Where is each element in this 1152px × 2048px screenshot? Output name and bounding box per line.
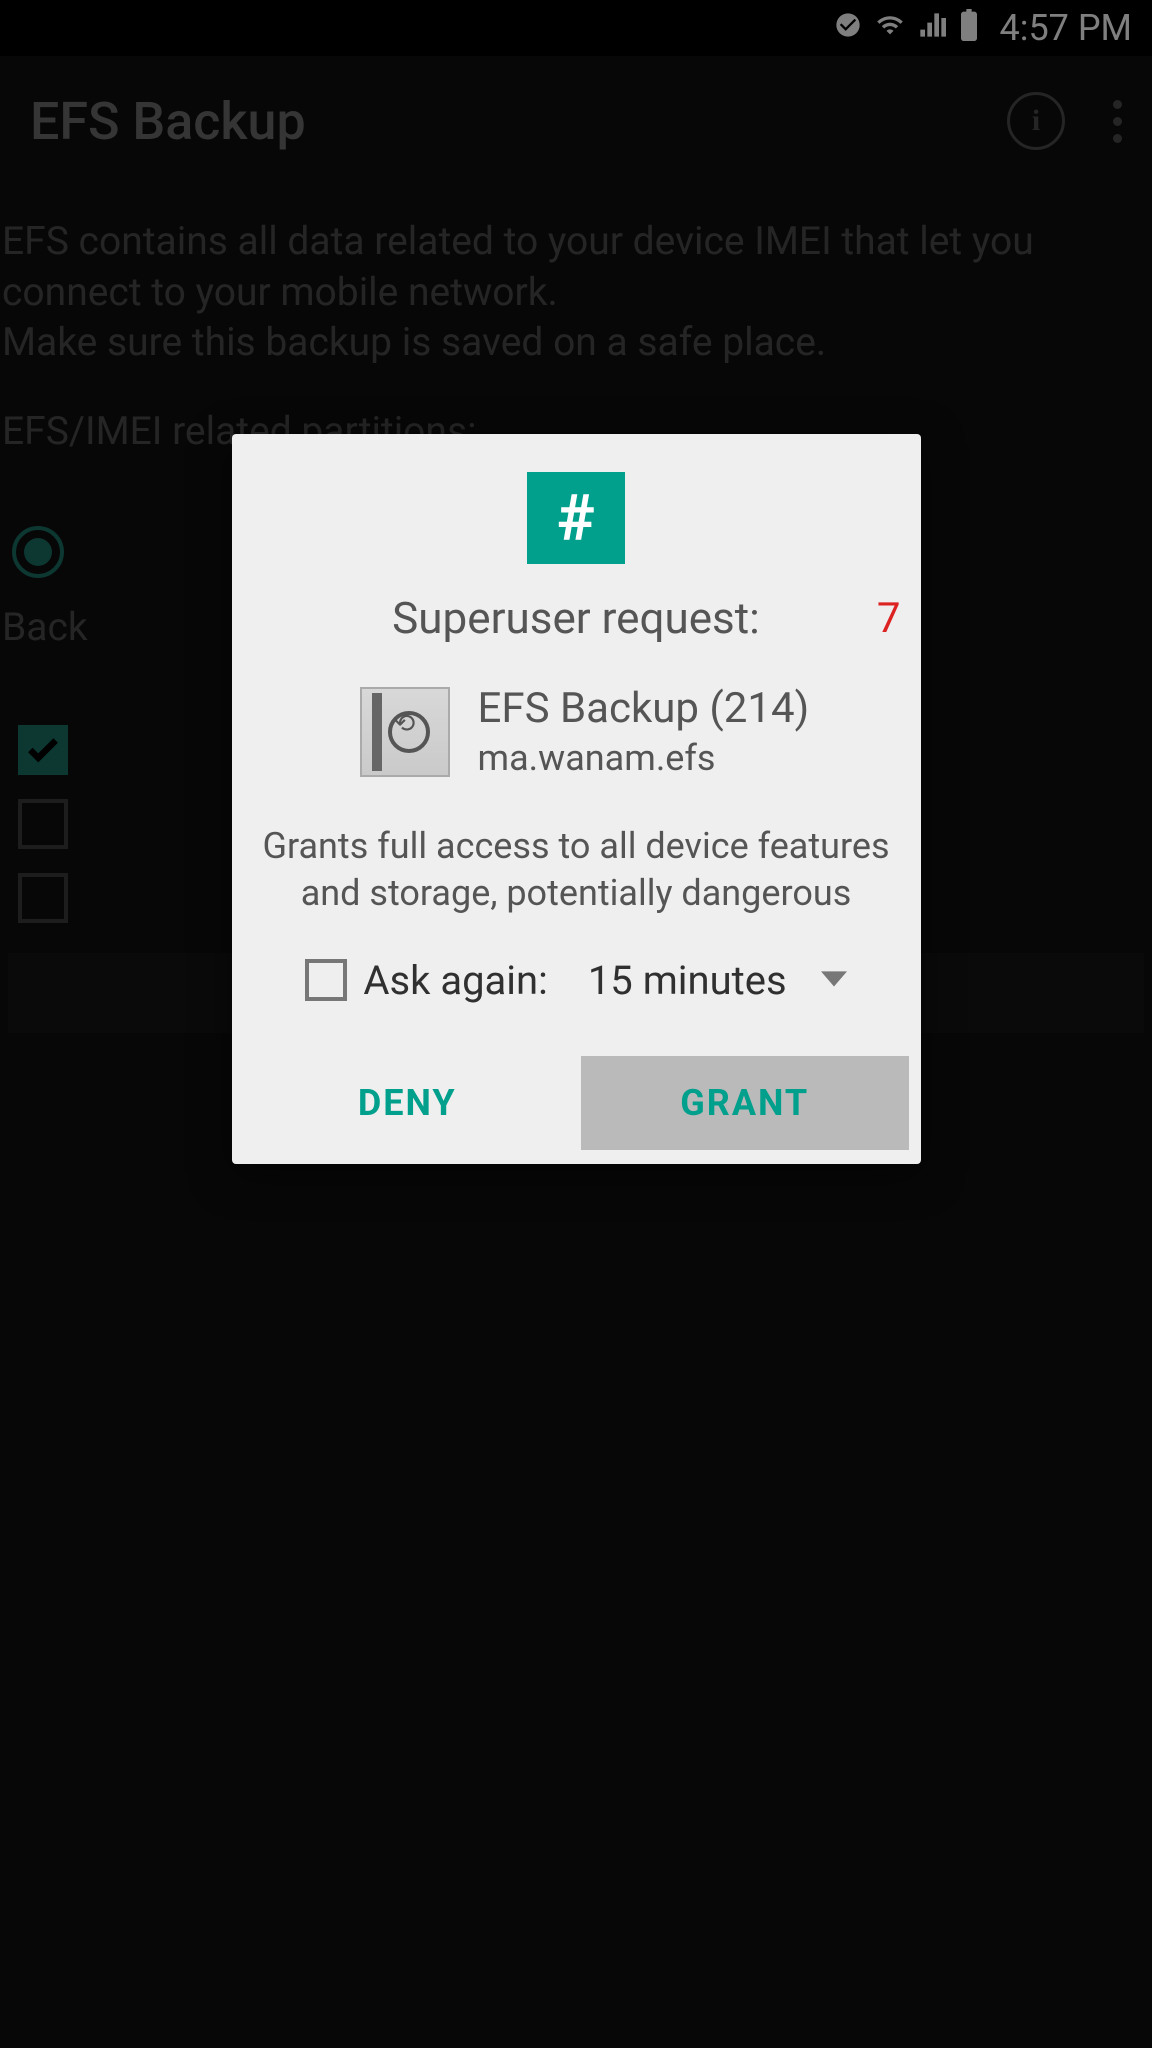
grant-button[interactable]: GRANT [581, 1056, 909, 1150]
chevron-down-icon[interactable] [821, 971, 847, 989]
app-icon [360, 687, 450, 777]
app-info-text: EFS Backup (214) ma.wanam.efs [478, 684, 810, 779]
ask-again-checkbox[interactable] [305, 959, 347, 1001]
deny-button[interactable]: DENY [244, 1056, 572, 1150]
app-info-name: EFS Backup (214) [478, 684, 810, 733]
countdown-timer: 7 [877, 594, 901, 643]
dialog-overlay: # Superuser request: 7 EFS Backup (214) … [0, 0, 1152, 2048]
dialog-buttons: DENY GRANT [232, 1056, 921, 1150]
superuser-icon: # [527, 472, 625, 564]
superuser-dialog: # Superuser request: 7 EFS Backup (214) … [232, 434, 921, 1164]
dialog-icon-wrap: # [232, 434, 921, 564]
warning-text: Grants full access to all device feature… [232, 823, 921, 917]
requesting-app-info: EFS Backup (214) ma.wanam.efs [232, 684, 921, 779]
ask-again-label: Ask again: [363, 957, 547, 1004]
ask-again-row: Ask again: 15 minutes [232, 957, 921, 1004]
dialog-title-row: Superuser request: 7 [232, 592, 921, 644]
dialog-title: Superuser request: [392, 592, 760, 644]
ask-again-select-value[interactable]: 15 minutes [588, 957, 787, 1004]
app-info-package: ma.wanam.efs [478, 737, 810, 779]
